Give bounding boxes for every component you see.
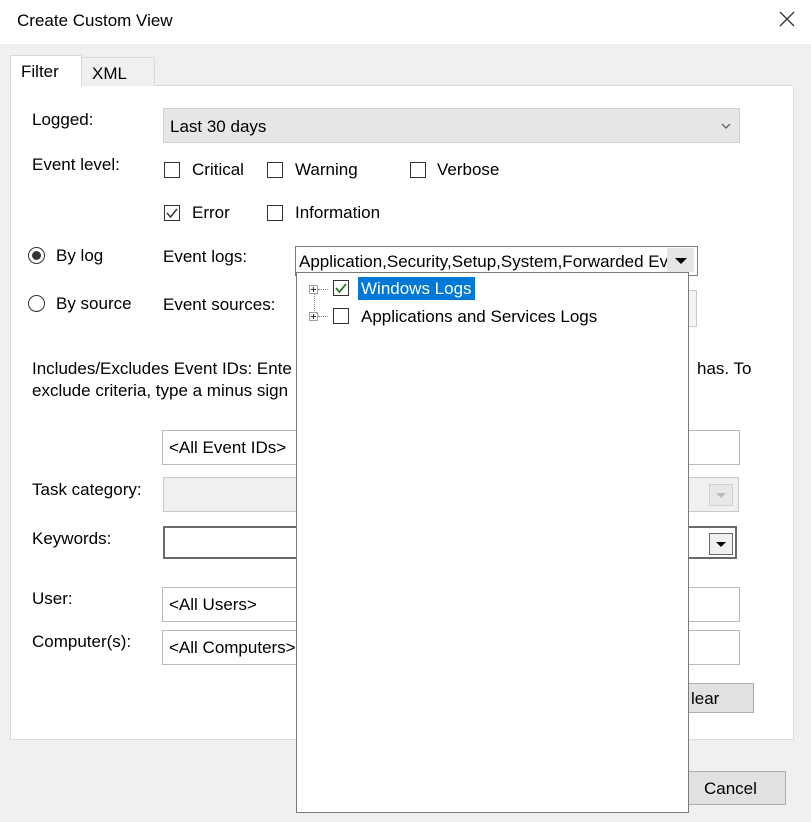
chevron-down-icon xyxy=(709,484,733,506)
close-icon[interactable] xyxy=(775,8,799,32)
tree-line xyxy=(318,316,328,317)
event-ids-description: Includes/Excludes Event IDs: Ente xyxy=(32,359,292,378)
user-value: <All Users> xyxy=(169,595,257,614)
by-source-radio[interactable] xyxy=(28,295,45,312)
event-logs-dropdown: Windows Logs Applications and Services L… xyxy=(296,272,689,813)
event-sources-select-edge xyxy=(688,290,697,327)
event-level-label: Event level: xyxy=(32,155,120,174)
tab-xml-label: XML xyxy=(92,64,127,83)
tree-line xyxy=(318,289,328,290)
event-ids-description-end: has. To xyxy=(697,359,752,378)
chevron-down-icon xyxy=(720,117,732,137)
by-log-label: By log xyxy=(56,246,104,265)
verbose-label: Verbose xyxy=(437,160,500,179)
dialog-title: Create Custom View xyxy=(17,11,173,30)
computers-value: <All Computers> xyxy=(169,638,296,657)
cancel-button-label: Cancel xyxy=(704,779,757,798)
checkmark-icon xyxy=(335,283,347,294)
warning-label: Warning xyxy=(295,160,358,179)
expand-icon[interactable] xyxy=(309,312,318,321)
warning-checkbox[interactable] xyxy=(267,162,283,178)
event-logs-value: Application,Security,Setup,System,Forwar… xyxy=(299,252,669,271)
tree-item-label: Windows Logs xyxy=(361,279,472,298)
event-ids-description-line2: exclude criteria, type a minus sign xyxy=(32,381,289,400)
radio-dot xyxy=(32,251,41,260)
tab-xml[interactable]: XML xyxy=(81,57,155,86)
tab-filter-label: Filter xyxy=(21,62,59,81)
critical-checkbox[interactable] xyxy=(164,162,180,178)
computers-label: Computer(s): xyxy=(32,632,132,651)
tree-item-label: Applications and Services Logs xyxy=(361,307,598,326)
event-logs-label: Event logs: xyxy=(163,247,248,266)
logged-value: Last 30 days xyxy=(170,117,267,136)
applications-services-logs-checkbox[interactable] xyxy=(333,308,349,324)
event-sources-label: Event sources: xyxy=(163,295,276,314)
cancel-button[interactable]: Cancel xyxy=(676,771,786,805)
user-label: User: xyxy=(32,589,73,608)
logged-label: Logged: xyxy=(32,110,94,129)
verbose-checkbox[interactable] xyxy=(410,162,426,178)
error-label: Error xyxy=(192,203,230,222)
tab-filter[interactable]: Filter xyxy=(10,55,82,87)
critical-label: Critical xyxy=(192,160,244,179)
windows-logs-checkbox[interactable] xyxy=(333,280,349,296)
checkmark-icon xyxy=(166,208,178,219)
error-checkbox[interactable] xyxy=(164,205,180,221)
clear-button-label: lear xyxy=(691,689,720,708)
by-log-radio[interactable] xyxy=(28,247,45,264)
keywords-label: Keywords: xyxy=(32,529,112,548)
by-source-label: By source xyxy=(56,294,132,313)
chevron-down-icon xyxy=(709,533,733,555)
tree-item-windows-logs[interactable]: Windows Logs xyxy=(358,277,475,300)
event-ids-placeholder: <All Event IDs> xyxy=(169,438,287,457)
information-label: Information xyxy=(295,203,381,222)
chevron-down-icon[interactable] xyxy=(667,248,694,272)
logged-select[interactable]: Last 30 days xyxy=(163,108,740,143)
expand-icon[interactable] xyxy=(309,285,318,294)
task-category-label: Task category: xyxy=(32,480,142,499)
tree-item-applications-services-logs[interactable]: Applications and Services Logs xyxy=(361,305,597,328)
information-checkbox[interactable] xyxy=(267,205,283,221)
